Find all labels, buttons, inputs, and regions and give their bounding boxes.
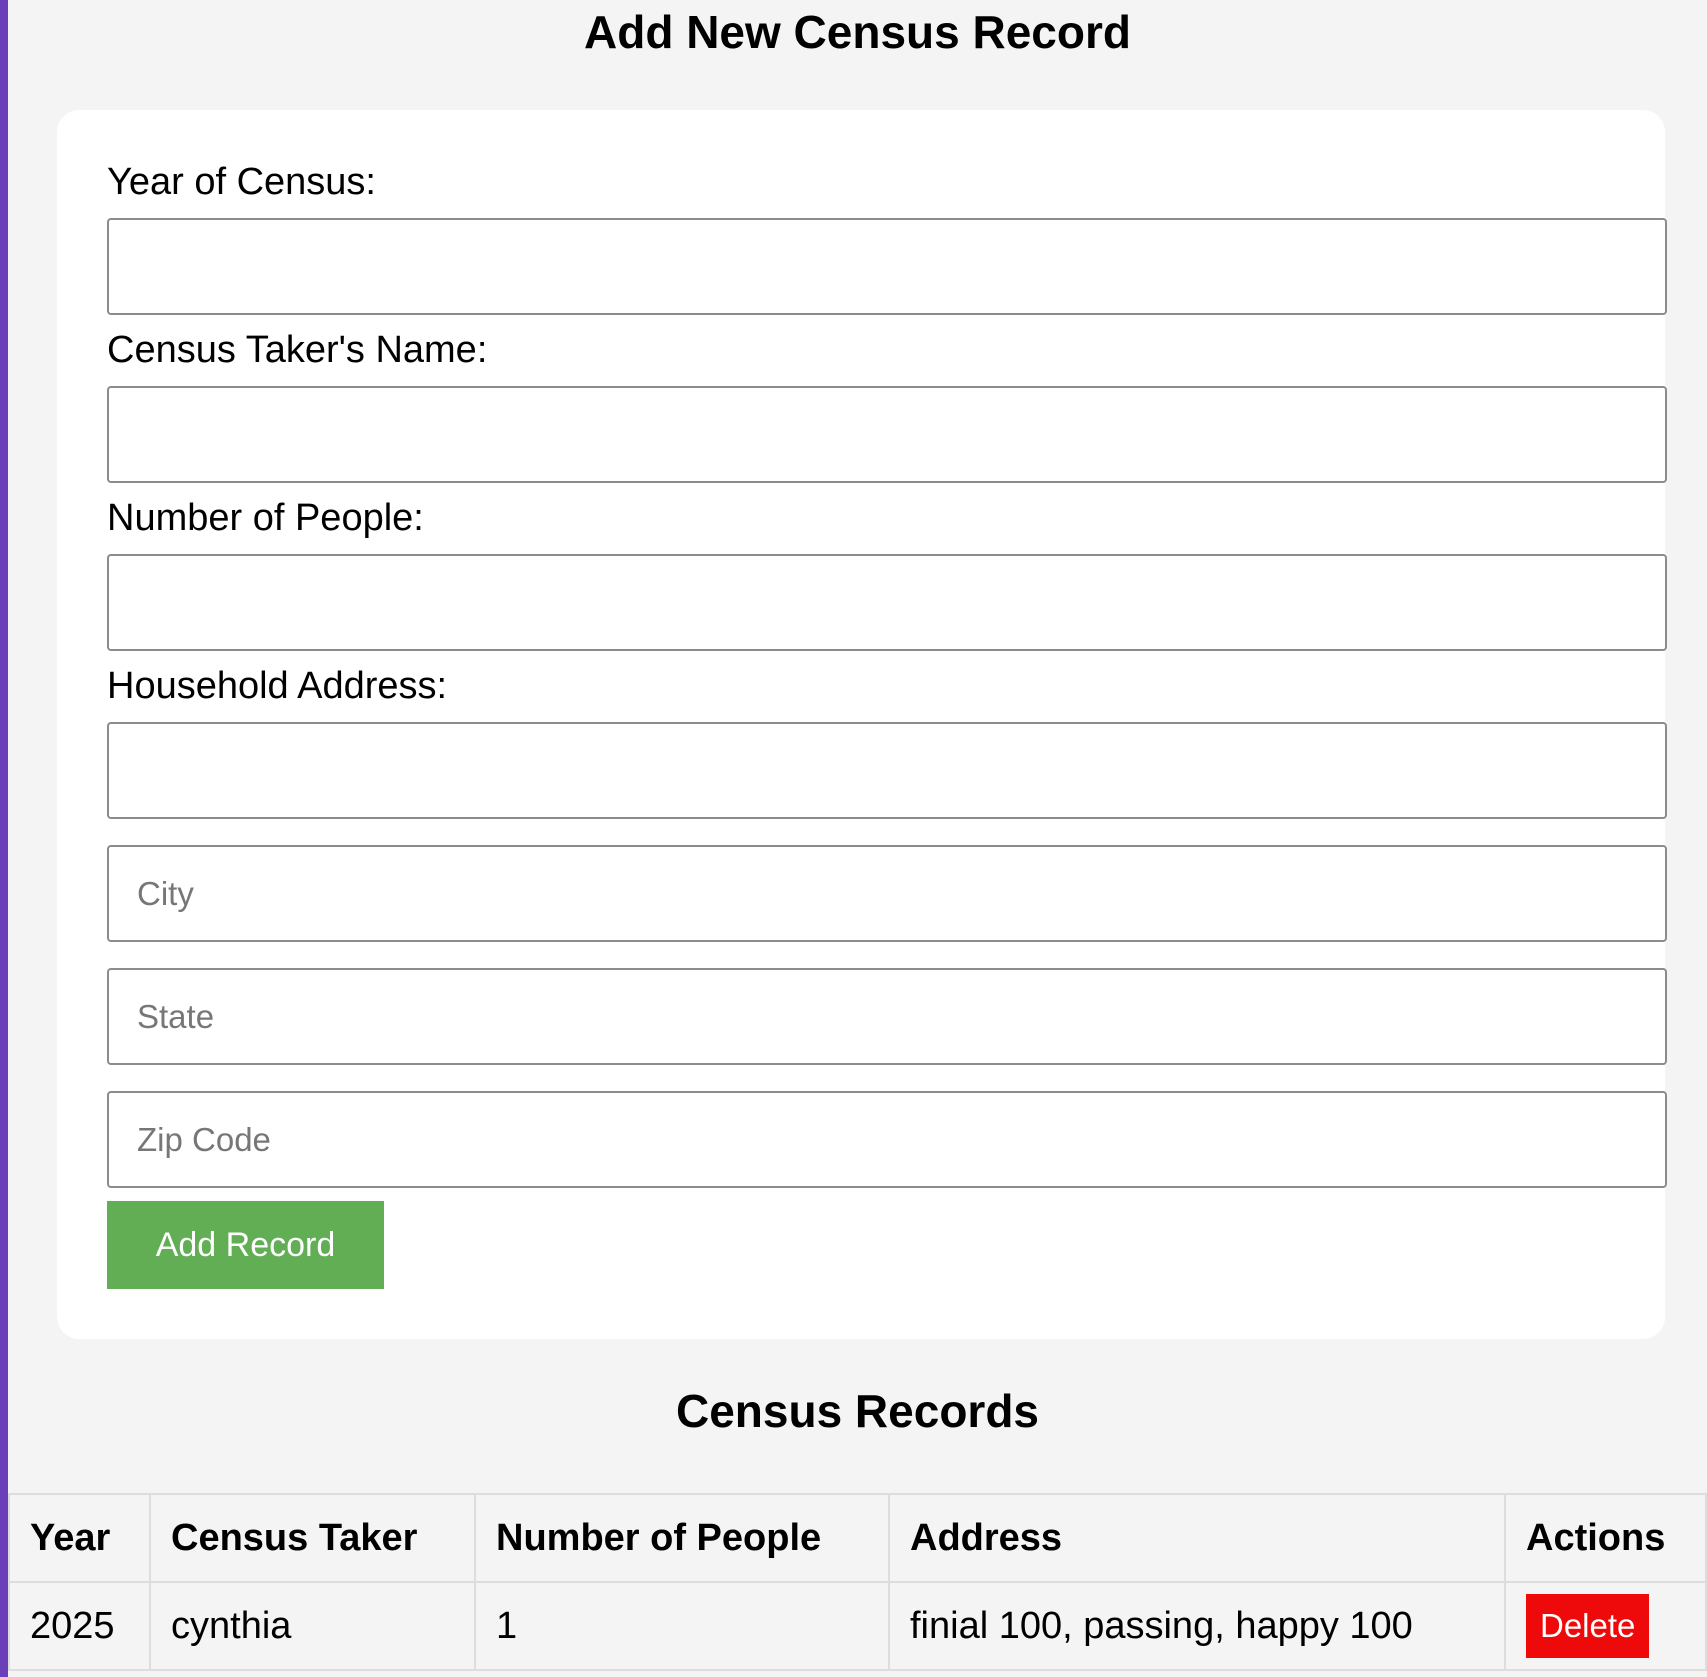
cell-number-of-people: 1 <box>474 1581 890 1671</box>
left-accent-bar <box>0 0 8 1677</box>
column-header-actions: Actions <box>1504 1493 1707 1583</box>
number-of-people-label: Number of People: <box>107 497 424 539</box>
cell-actions: Delete <box>1504 1581 1707 1671</box>
state-input[interactable] <box>107 968 1667 1065</box>
census-taker-input[interactable] <box>107 386 1667 483</box>
form-title: Add New Census Record <box>584 6 1131 58</box>
cell-year: 2025 <box>8 1581 151 1671</box>
cell-census-taker: cynthia <box>149 1581 476 1671</box>
column-header-address: Address <box>888 1493 1506 1583</box>
column-header-census-taker: Census Taker <box>149 1493 476 1583</box>
city-input[interactable] <box>107 845 1667 942</box>
year-label: Year of Census: <box>107 161 376 203</box>
column-header-year: Year <box>8 1493 151 1583</box>
records-title: Census Records <box>675 1385 1039 1437</box>
year-input[interactable] <box>107 218 1667 315</box>
zip-code-input[interactable] <box>107 1091 1667 1188</box>
table-row: 2025 cynthia 1 finial 100, passing, happ… <box>8 1581 1707 1671</box>
page: Add New Census Record Year of Census: Ce… <box>8 0 1707 1677</box>
add-record-button[interactable]: Add Record <box>107 1201 384 1289</box>
cell-address: finial 100, passing, happy 100 <box>888 1581 1506 1671</box>
records-table: Year Census Taker Number of People Addre… <box>8 1493 1707 1671</box>
household-address-label: Household Address: <box>107 665 448 707</box>
table-header-row: Year Census Taker Number of People Addre… <box>8 1493 1707 1583</box>
number-of-people-input[interactable] <box>107 554 1667 651</box>
census-taker-label: Census Taker's Name: <box>107 329 488 371</box>
column-header-number-of-people: Number of People <box>474 1493 890 1583</box>
household-address-input[interactable] <box>107 722 1667 819</box>
delete-button[interactable]: Delete <box>1526 1594 1650 1658</box>
